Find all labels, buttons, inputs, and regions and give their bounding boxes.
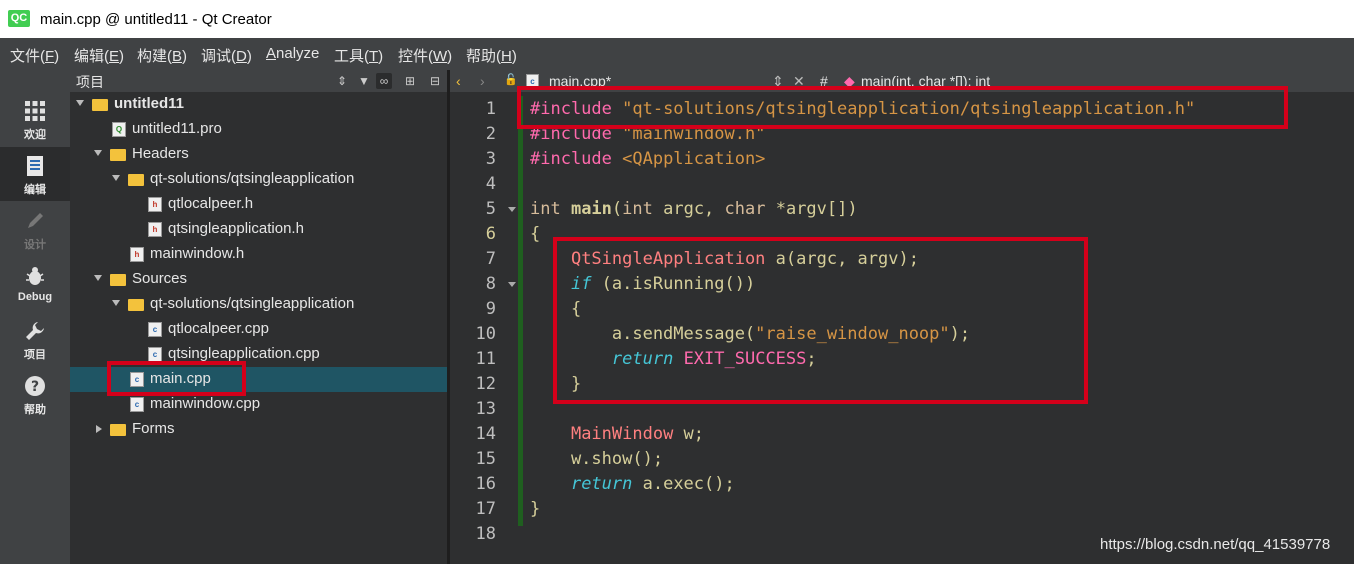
expand-arrow-icon[interactable]: [112, 175, 120, 181]
project-tree: untitled11 Q untitled11.pro Headers qt-s…: [70, 92, 447, 564]
mode-bar: 欢迎 编辑 设计 Debug 项目 ? 帮助: [0, 70, 70, 564]
code-line: int main(int argc, char *argv[]): [530, 199, 858, 219]
code-line: return a.exec();: [570, 474, 735, 494]
header-file-icon: h: [148, 197, 162, 212]
mode-label: 编辑: [24, 184, 46, 196]
watermark: https://blog.csdn.net/qq_41539778: [1100, 536, 1331, 553]
expand-arrow-icon[interactable]: [112, 300, 120, 306]
edit-doc-icon: [27, 156, 43, 176]
headers-folder-icon: [110, 149, 126, 161]
code-line: }: [530, 499, 541, 519]
mode-design[interactable]: 设计: [0, 202, 70, 256]
bug-icon: [26, 267, 44, 285]
mode-label: 项目: [24, 349, 46, 361]
highlight-box: [517, 86, 1288, 129]
folder-icon: [128, 299, 144, 311]
menu-debug[interactable]: 调试(D): [201, 45, 252, 66]
mode-label: 帮助: [24, 404, 46, 416]
pro-file-icon: Q: [112, 122, 126, 137]
change-bar: [518, 96, 523, 526]
code-line: #include <QApplication>: [530, 149, 766, 169]
grid-icon: [25, 101, 45, 121]
mode-debug[interactable]: Debug: [0, 257, 70, 311]
back-icon[interactable]: ‹: [456, 73, 461, 89]
title-bar: QC main.cpp @ untitled11 - Qt Creator: [0, 0, 1354, 38]
menu-file[interactable]: 文件(F): [10, 45, 59, 66]
mode-help[interactable]: ? 帮助: [0, 367, 70, 421]
tree-item-file[interactable]: c qtlocalpeer.cpp: [70, 317, 447, 342]
menu-bar: 文件(F) 编辑(E) 构建(B) 调试(D) Analyze 工具(T) 控件…: [0, 38, 1354, 70]
tree-item-folder[interactable]: qt-solutions/qtsingleapplication: [70, 292, 447, 317]
fold-marker-icon[interactable]: [508, 282, 516, 287]
expand-arrow-icon[interactable]: [94, 275, 102, 281]
pencil-icon: [28, 213, 43, 228]
svg-text:?: ?: [31, 379, 39, 395]
sort-arrows-icon[interactable]: ⇕: [334, 73, 350, 89]
project-panel-header: 项目 ⇕ ▼ ∞ ⊞ ⊟: [70, 70, 447, 92]
code-line: {: [530, 224, 541, 244]
tree-item-file[interactable]: h qtsingleapplication.h: [70, 217, 447, 242]
menu-analyze[interactable]: Analyze: [266, 45, 319, 62]
line-number-gutter: 1 2 3 4 5 6 7 8 9 10 11 12 13 14 15 16 1…: [450, 92, 525, 564]
cpp-file-icon: c: [148, 347, 162, 362]
code-line: MainWindow w;: [570, 424, 705, 444]
help-icon: ?: [25, 376, 45, 396]
project-folder-icon: [92, 99, 108, 111]
code-line: w.show();: [530, 449, 664, 469]
mode-welcome[interactable]: 欢迎: [0, 92, 70, 146]
header-file-icon: h: [130, 247, 144, 262]
forms-folder-icon: [110, 424, 126, 436]
header-file-icon: h: [148, 222, 162, 237]
tree-item-sources[interactable]: Sources: [70, 267, 447, 292]
link-icon[interactable]: ∞: [376, 73, 392, 89]
mode-label: Debug: [17, 291, 53, 303]
split-icon[interactable]: ⊞: [402, 73, 418, 89]
cpp-file-icon: c: [130, 397, 144, 412]
collapse-arrow-icon[interactable]: [96, 425, 102, 433]
menu-tools[interactable]: 工具(T): [334, 45, 383, 66]
cpp-file-icon: c: [148, 322, 162, 337]
fold-marker-icon[interactable]: [508, 207, 516, 212]
window-title: main.cpp @ untitled11 - Qt Creator: [40, 11, 272, 28]
mode-edit[interactable]: 编辑: [0, 147, 70, 201]
current-line-number: 6: [485, 224, 496, 244]
menu-edit[interactable]: 编辑(E): [74, 45, 124, 66]
folder-icon: [128, 174, 144, 186]
mode-label: 欢迎: [24, 129, 46, 141]
menu-help[interactable]: 帮助(H): [466, 45, 517, 66]
close-panel-icon[interactable]: ⊟: [427, 73, 443, 89]
filter-icon[interactable]: ▼: [356, 73, 372, 89]
project-panel-title: 项目: [76, 74, 104, 90]
tree-item-file[interactable]: h mainwindow.h: [70, 242, 447, 267]
menu-build[interactable]: 构建(B): [137, 45, 187, 66]
tree-item-folder[interactable]: qt-solutions/qtsingleapplication: [70, 167, 447, 192]
lock-icon: 🔓: [504, 74, 518, 86]
expand-arrow-icon[interactable]: [94, 150, 102, 156]
qt-creator-logo-icon: QC: [8, 10, 30, 27]
tree-item-forms[interactable]: Forms: [70, 417, 447, 442]
sources-folder-icon: [110, 274, 126, 286]
tree-item-headers[interactable]: Headers: [70, 142, 447, 167]
menu-widgets[interactable]: 控件(W): [398, 45, 452, 66]
highlight-box: [553, 237, 1088, 404]
tree-item-project[interactable]: untitled11: [70, 92, 447, 117]
tree-item-file[interactable]: Q untitled11.pro: [70, 117, 447, 142]
wrench-icon: [26, 322, 44, 340]
mode-label: 设计: [24, 239, 46, 251]
expand-arrow-icon[interactable]: [76, 100, 84, 106]
highlight-box: [107, 361, 246, 396]
forward-icon[interactable]: ›: [480, 73, 485, 89]
mode-projects[interactable]: 项目: [0, 312, 70, 366]
tree-item-file[interactable]: h qtlocalpeer.h: [70, 192, 447, 217]
